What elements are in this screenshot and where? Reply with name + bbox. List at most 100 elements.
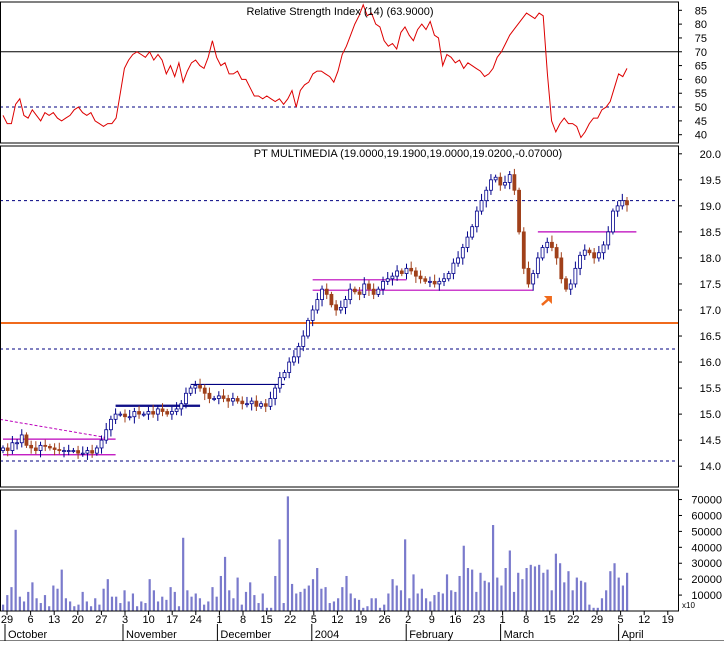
volume-bar	[18, 596, 21, 611]
price-tick-label: 14.0	[700, 461, 721, 473]
candle-body	[573, 267, 578, 285]
x-tick-label: 15	[260, 614, 272, 626]
volume-bar	[521, 579, 524, 611]
volume-bar	[575, 577, 578, 611]
volume-bar	[613, 563, 616, 611]
candle-body	[493, 176, 498, 181]
candle-body	[498, 176, 503, 186]
candle-body	[409, 267, 414, 272]
candle-body	[545, 241, 550, 248]
volume-bar	[500, 585, 503, 611]
price-tick-label: 15.5	[700, 383, 721, 395]
volume-bar	[152, 590, 155, 611]
volume-bar	[579, 580, 583, 611]
volume-bar	[60, 569, 63, 611]
volume-bar	[600, 598, 604, 611]
volume-bar	[617, 577, 620, 611]
candle-body	[526, 267, 531, 285]
volume-bar	[177, 606, 181, 611]
volume-bar	[408, 598, 411, 611]
volume-bar	[316, 568, 319, 611]
volume-bar	[475, 591, 478, 611]
x-tick-label: 17	[166, 614, 178, 626]
price-tick-label: 18.5	[700, 227, 721, 239]
candle-body	[334, 304, 339, 311]
x-tick-label: 8	[240, 614, 246, 626]
volume-bar	[115, 596, 118, 611]
price-tick-label: 18.0	[700, 253, 721, 265]
candle-body	[320, 288, 324, 300]
rsi-tick-label: 70	[695, 47, 707, 59]
candle-body	[385, 278, 390, 282]
volume-bar	[22, 601, 26, 611]
volume-bar	[538, 564, 541, 611]
x-month-label: February	[409, 629, 454, 641]
volume-bar	[450, 590, 453, 611]
candle-body	[587, 249, 592, 254]
corner-label: x10	[682, 601, 695, 610]
x-tick-label: 12	[638, 614, 650, 626]
candle-body	[263, 403, 268, 407]
candle-body	[442, 278, 446, 282]
volume-bar	[546, 569, 549, 611]
volume-bar	[85, 601, 88, 611]
volume-bar	[182, 537, 185, 611]
candle-body	[38, 444, 43, 451]
candle-body	[404, 267, 409, 274]
candle-body	[601, 244, 606, 254]
volume-bar	[56, 588, 59, 611]
candle-body	[33, 447, 38, 451]
volume-bar	[512, 591, 516, 611]
volume-bar	[391, 579, 394, 611]
volume-bar	[198, 598, 202, 611]
candle-body	[240, 400, 245, 405]
rsi-tick-label: 85	[695, 5, 707, 17]
x-month-label: November	[126, 629, 177, 641]
candle-body	[554, 247, 559, 259]
candle-body	[306, 320, 310, 337]
volume-bar	[445, 574, 449, 611]
candle-body	[315, 299, 320, 311]
candle-body	[43, 444, 48, 447]
candle-body	[170, 411, 174, 415]
volume-tick-label: 60000	[691, 510, 722, 522]
candle-body	[118, 413, 123, 416]
volume-tick-label: 30000	[691, 558, 722, 570]
candle-body	[19, 434, 24, 444]
volume-bar	[508, 550, 511, 611]
candle-body	[291, 356, 296, 363]
volume-bar	[211, 587, 214, 611]
volume-bar	[274, 575, 277, 611]
candle-body	[123, 413, 127, 418]
price-tick-label: 15.0	[700, 409, 721, 421]
candle-body	[113, 413, 118, 420]
volume-bar	[144, 603, 147, 611]
volume-bar	[466, 568, 470, 611]
volume-bar	[295, 593, 298, 611]
candle-body	[94, 447, 99, 454]
volume-bar	[127, 601, 130, 611]
price-tick-label: 14.5	[700, 435, 721, 447]
volume-bar	[236, 577, 239, 611]
x-tick-label: 20	[72, 614, 84, 626]
volume-bar	[529, 564, 532, 611]
candle-body	[479, 200, 484, 212]
candle-body	[132, 411, 137, 418]
volume-bar	[357, 599, 361, 611]
candle-body	[160, 408, 165, 412]
volume-bar	[533, 566, 537, 611]
rsi-tick-label: 50	[695, 102, 707, 114]
candle-body	[606, 231, 611, 246]
volume-bar	[156, 601, 160, 611]
candle-body	[489, 179, 493, 191]
volume-bar	[324, 587, 327, 611]
candle-body	[62, 450, 66, 452]
rsi-tick-label: 65	[695, 61, 707, 73]
volume-bar	[458, 575, 461, 611]
chart-canvas: Relative Strength Index (14) (63.9000) 4…	[0, 0, 724, 642]
x-tick-label: 26	[378, 614, 390, 626]
candle-body	[15, 442, 19, 445]
x-month-label: October	[8, 629, 47, 641]
volume-bar	[433, 595, 436, 611]
x-tick-label: 9	[429, 614, 435, 626]
